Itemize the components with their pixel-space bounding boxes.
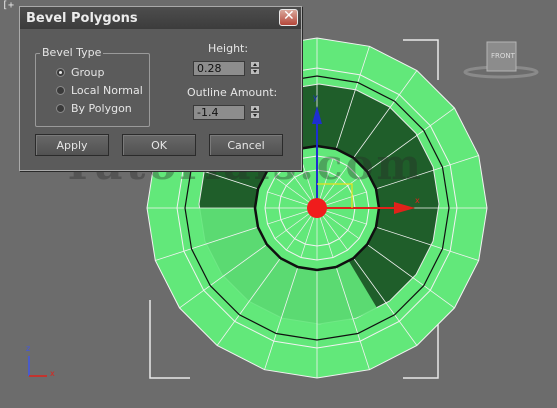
viewport-menu-label[interactable]: [+ xyxy=(2,0,14,11)
spinner-up-icon[interactable] xyxy=(250,61,260,68)
dialog-titlebar[interactable]: Bevel Polygons ✕ xyxy=(20,7,301,29)
viewcube-label: FRONT xyxy=(491,52,515,60)
tripod-z-label: z xyxy=(26,344,31,353)
bevel-type-legend: Bevel Type xyxy=(40,46,104,59)
gizmo-y-label: y xyxy=(313,93,318,102)
height-spinner[interactable] xyxy=(250,61,260,76)
gizmo-x-label: x xyxy=(415,196,420,205)
spinner-down-icon[interactable] xyxy=(250,68,260,75)
height-input[interactable]: 0.28 xyxy=(193,61,245,76)
spinner-up-icon[interactable] xyxy=(250,105,260,112)
close-button[interactable]: ✕ xyxy=(279,8,298,26)
tripod-x-label: x xyxy=(50,369,55,378)
outline-amount-label: Outline Amount: xyxy=(187,86,278,99)
bevel-polygons-dialog: Bevel Polygons ✕ Bevel Type Group Local … xyxy=(19,6,302,171)
radio-by-polygon-label: By Polygon xyxy=(71,102,132,115)
apply-button[interactable]: Apply xyxy=(35,134,109,156)
spinner-down-icon[interactable] xyxy=(250,112,260,119)
ok-button[interactable]: OK xyxy=(122,134,196,156)
close-icon: ✕ xyxy=(283,8,295,24)
world-axis-tripod xyxy=(28,356,47,377)
radio-local-normal-label: Local Normal xyxy=(71,84,143,97)
radio-local-normal-icon[interactable] xyxy=(56,86,65,95)
radio-by-polygon-icon[interactable] xyxy=(56,104,65,113)
height-label: Height: xyxy=(208,42,249,55)
outline-amount-input[interactable]: -1.4 xyxy=(193,105,245,120)
outline-amount-spinner[interactable] xyxy=(250,105,260,120)
gizmo-pivot xyxy=(307,198,327,218)
radio-group-label: Group xyxy=(71,66,105,79)
dialog-title: Bevel Polygons xyxy=(26,11,138,26)
radio-group-icon[interactable] xyxy=(56,68,65,77)
cancel-button[interactable]: Cancel xyxy=(209,134,283,156)
